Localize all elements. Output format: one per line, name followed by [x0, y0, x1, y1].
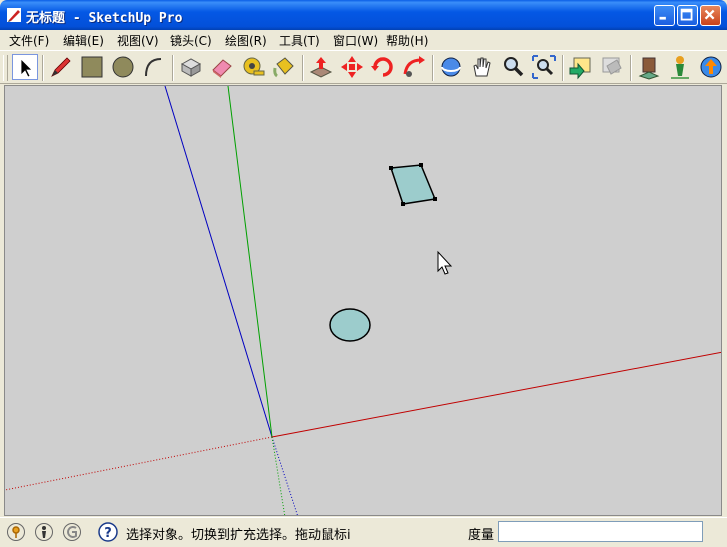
title-bar[interactable]: 无标题 - SketchUp Pro [0, 0, 727, 30]
orbit-tool-button[interactable] [438, 54, 464, 80]
upload-button[interactable] [698, 54, 724, 80]
add-location-icon [671, 56, 689, 79]
close-button[interactable] [700, 5, 721, 26]
paint-bucket-icon [273, 57, 294, 78]
push-pull-tool-button[interactable] [308, 54, 334, 80]
zoom-tool-button[interactable] [500, 54, 526, 80]
menu-tools[interactable]: 工具(T) [279, 32, 320, 49]
minimize-icon [659, 16, 666, 20]
menu-camera[interactable]: 镜头(C) [170, 32, 212, 49]
rectangle-vertex [433, 197, 437, 201]
green-axis [227, 86, 273, 438]
measurements-input[interactable] [498, 521, 703, 542]
components-button[interactable] [636, 54, 662, 80]
pencil-tool-button[interactable] [48, 54, 74, 80]
pan-icon [473, 57, 491, 77]
rotate-tool-button[interactable] [370, 54, 396, 80]
arc-tool-button[interactable] [141, 54, 167, 80]
minimize-button[interactable] [654, 5, 675, 26]
next-view-button[interactable] [599, 54, 625, 80]
tape-measure-tool-button[interactable] [240, 54, 266, 80]
menu-window[interactable]: 窗口(W) [333, 32, 378, 49]
toolbar-grip[interactable] [3, 55, 8, 81]
menu-file[interactable]: 文件(F) [9, 32, 49, 49]
blue-axis [164, 86, 273, 438]
rectangle-tool-button[interactable] [79, 54, 105, 80]
model-scene [5, 86, 721, 515]
measurements-label: 度量 [468, 528, 495, 543]
window-title: 无标题 - SketchUp Pro [26, 11, 183, 26]
follow-me-icon [403, 56, 425, 77]
red-axis-negative [5, 436, 273, 491]
rectangle-vertex [389, 166, 393, 170]
follow-me-tool-button[interactable] [401, 54, 427, 80]
rotate-icon [371, 57, 393, 77]
sign-in-icon[interactable] [62, 522, 82, 542]
previous-view-icon [569, 57, 591, 80]
menu-edit[interactable]: 编辑(E) [63, 32, 104, 49]
make-component-button[interactable] [178, 54, 204, 80]
select-tool-button[interactable] [12, 54, 38, 80]
push-pull-icon [309, 57, 333, 78]
rectangle-vertex [401, 202, 405, 206]
previous-view-button[interactable] [568, 54, 594, 80]
select-icon [20, 58, 33, 78]
credits-icon[interactable] [34, 522, 54, 542]
model-viewport[interactable] [4, 85, 722, 516]
sketchup-app-icon[interactable] [6, 7, 22, 23]
orbit-icon [441, 57, 461, 77]
zoom-icon [504, 57, 524, 77]
status-bar: ? 选择对象。切换到扩充选择。拖动鼠标i 度量 [0, 517, 727, 547]
eraser-icon [212, 59, 232, 78]
maximize-icon [680, 8, 693, 21]
arc-icon [145, 58, 162, 77]
circle-icon [112, 56, 134, 78]
pencil-icon [51, 57, 71, 77]
instructor-help-icon[interactable]: ? [98, 522, 118, 542]
red-axis [271, 351, 721, 438]
main-toolbar [0, 50, 727, 84]
paint-bucket-tool-button[interactable] [271, 54, 297, 80]
status-hint: 选择对象。切换到扩充选择。拖动鼠标i [126, 528, 351, 543]
geo-location-icon[interactable] [6, 522, 26, 542]
rectangle-icon [81, 56, 103, 78]
pan-tool-button[interactable] [469, 54, 495, 80]
circle-face[interactable] [329, 308, 371, 342]
mouse-cursor-icon [437, 250, 453, 275]
add-location-button[interactable] [667, 54, 693, 80]
make-component-icon [180, 58, 202, 77]
upload-icon [700, 56, 722, 78]
menu-bar: 文件(F) 编辑(E) 视图(V) 镜头(C) 绘图(R) 工具(T) 窗口(W… [0, 30, 727, 50]
circle-tool-button[interactable] [110, 54, 136, 80]
close-icon [704, 9, 715, 20]
rectangle-face[interactable] [389, 164, 437, 205]
tape-measure-icon [243, 57, 265, 76]
components-icon [638, 57, 660, 80]
move-tool-button[interactable] [339, 54, 365, 80]
green-axis-negative [271, 436, 286, 515]
blue-axis-negative [271, 436, 298, 515]
eraser-tool-button[interactable] [209, 54, 235, 80]
menu-draw[interactable]: 绘图(R) [225, 32, 267, 49]
zoom-extents-icon [532, 55, 556, 79]
zoom-extents-tool-button[interactable] [531, 54, 557, 80]
rectangle-vertex [419, 163, 423, 167]
menu-help[interactable]: 帮助(H) [386, 32, 428, 49]
next-view-icon [602, 57, 622, 75]
svg-text:?: ? [104, 526, 112, 541]
move-icon [341, 56, 363, 78]
maximize-button[interactable] [677, 5, 698, 26]
menu-view[interactable]: 视图(V) [117, 32, 159, 49]
